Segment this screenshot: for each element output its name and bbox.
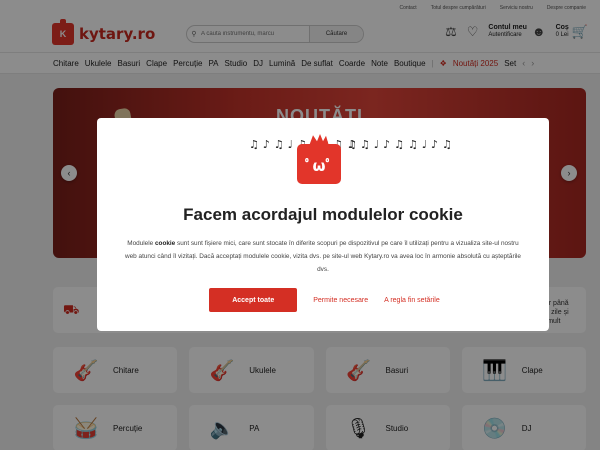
cookie-actions: Accept toate Permite necesare A regla fi… [97, 288, 549, 312]
fine-tune-settings-link[interactable]: A regla fin setările [384, 297, 440, 304]
cookie-keyword: cookie [154, 240, 176, 247]
music-notes-right-icon: ♪♫♩♪♫♫♩♪♫ [349, 138, 456, 151]
accept-all-cookies-button[interactable]: Accept toate [209, 288, 298, 312]
cookie-consent-dialog: ♫♪♫♩♫♪♪♫♫ ﾟωﾟ ♪♫♩♪♫♫♩♪♫ Facem acordajul … [97, 118, 549, 331]
kytary-mascot-icon: ﾟωﾟ [297, 144, 341, 184]
cookie-dialog-description: Modulele cookie sunt sunt fișiere mici, … [125, 240, 521, 274]
cookie-illustration: ♫♪♫♩♫♪♪♫♫ ﾟωﾟ ♪♫♩♪♫♫♩♪♫ [97, 136, 549, 194]
allow-necessary-cookies-link[interactable]: Permite necesare [313, 297, 368, 304]
music-notes-left-icon: ♫♪♫♩♫♪♪♫♫ [249, 138, 357, 153]
cookie-dialog-title: Facem acordajul modulelor cookie [183, 205, 463, 224]
